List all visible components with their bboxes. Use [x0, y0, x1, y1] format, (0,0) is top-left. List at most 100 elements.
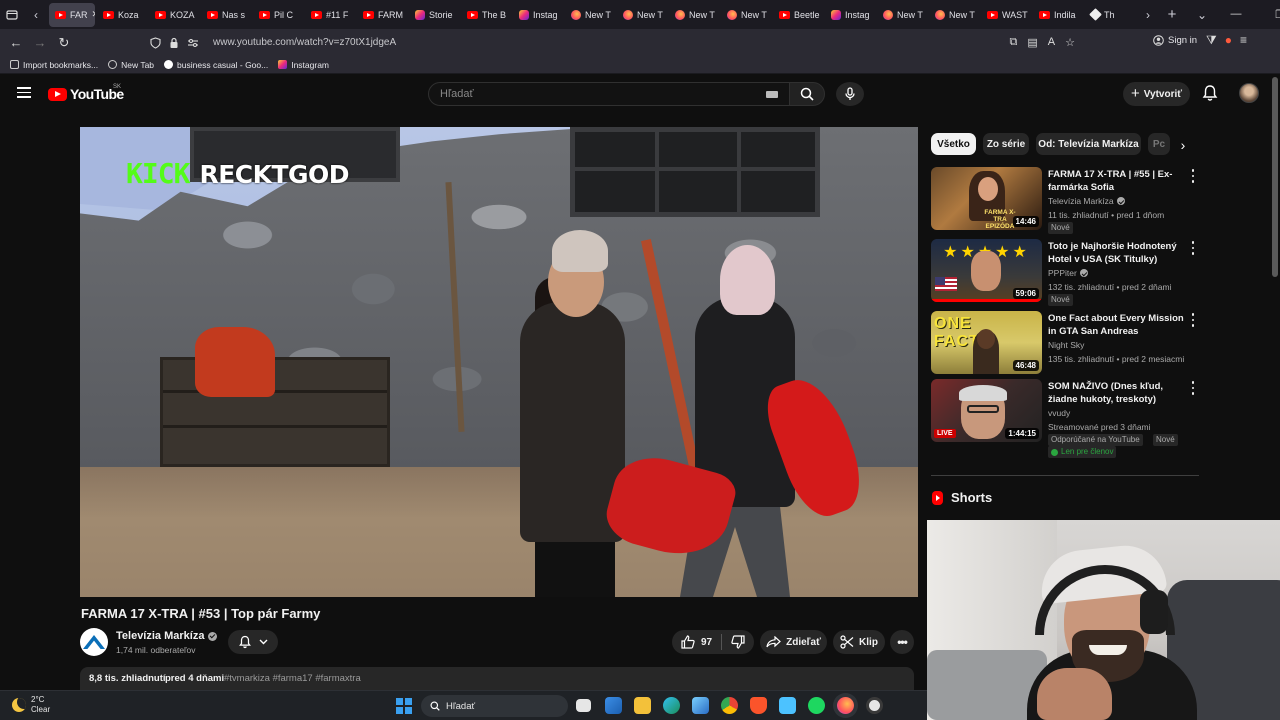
browser-tab[interactable]: New T: [669, 3, 719, 27]
translate-icon[interactable]: A: [1048, 36, 1055, 49]
spotify-icon[interactable]: [808, 697, 825, 714]
browser-tab[interactable]: Instag: [513, 3, 563, 27]
picture-in-picture-icon[interactable]: ⧉: [1010, 36, 1018, 49]
browser-tab[interactable]: Koza: [97, 3, 147, 27]
recommendation-item[interactable]: ONE FACT 46:48 One Fact about Every Miss…: [931, 311, 1201, 375]
youtube-logo[interactable]: YouTube SK: [48, 84, 124, 102]
bookmark-instagram[interactable]: Instagram: [278, 60, 329, 70]
maximize-icon[interactable]: ❐: [1258, 8, 1280, 21]
tabs-scroll-left-icon[interactable]: ‹: [24, 3, 48, 27]
chip-more[interactable]: Pc: [1148, 133, 1170, 155]
menu-icon[interactable]: ≡: [1240, 33, 1247, 48]
obs-icon[interactable]: [866, 697, 883, 714]
browser-tab[interactable]: FAR ✕: [49, 2, 95, 27]
bookmark-star-icon[interactable]: ☆: [1065, 36, 1075, 49]
browser-tab[interactable]: New T: [929, 3, 979, 27]
windows-start-icon[interactable]: [396, 698, 412, 714]
page-scrollbar[interactable]: [1272, 77, 1278, 277]
store-icon[interactable]: [605, 697, 622, 714]
browser-tab[interactable]: New T: [565, 3, 615, 27]
back-icon[interactable]: ←: [4, 31, 28, 55]
browser-tab[interactable]: New T: [721, 3, 771, 27]
browser-tab[interactable]: Th: [1085, 3, 1135, 27]
page-permissions-icon[interactable]: [187, 38, 199, 48]
thumbs-down-icon[interactable]: [731, 635, 745, 649]
chips-next-icon[interactable]: ›: [1172, 134, 1194, 156]
browser-tab[interactable]: The B: [461, 3, 511, 27]
browser-tab[interactable]: Indila: [1033, 3, 1083, 27]
recommendation-item[interactable]: FARMA X-TRA EPIZÓDA 14:46 FARMA 17 X-TRA…: [931, 167, 1201, 234]
tabs-scroll-right-icon[interactable]: ›: [1136, 3, 1160, 27]
recommendation-channel[interactable]: Night Sky: [1048, 340, 1084, 350]
guide-menu-icon[interactable]: [17, 87, 31, 98]
recommendation-channel[interactable]: Televízia Markíza: [1048, 196, 1125, 206]
user-avatar[interactable]: [1239, 83, 1259, 103]
hashtags[interactable]: #tvmarkiza #farma17 #farmaxtra: [224, 673, 361, 684]
recommendation-channel[interactable]: PPPiter: [1048, 268, 1088, 278]
edge-icon[interactable]: [663, 697, 680, 714]
more-vert-icon[interactable]: [1189, 313, 1197, 327]
reload-icon[interactable]: ↻: [52, 31, 76, 55]
tab-overview-icon[interactable]: [0, 3, 24, 27]
browser-tab[interactable]: WAST: [981, 3, 1031, 27]
chip-all[interactable]: Všetko: [931, 133, 976, 155]
photos-icon[interactable]: [692, 697, 709, 714]
clip-button[interactable]: Klip: [833, 630, 885, 654]
video-thumbnail[interactable]: ONE FACT 46:48: [931, 311, 1042, 374]
tab-list-chevron-icon[interactable]: ⌄: [1190, 3, 1214, 27]
recommendation-title[interactable]: FARMA 17 X-TRA | #55 | Ex-farmárka Sofia: [1048, 168, 1188, 194]
bookmark-import[interactable]: Import bookmarks...: [10, 60, 98, 70]
browser-tab[interactable]: #11 F: [305, 3, 355, 27]
task-view-icon[interactable]: [576, 699, 591, 712]
chip-from-channel[interactable]: Od: Televízia Markíza: [1036, 133, 1141, 155]
chip-from-series[interactable]: Zo série: [983, 133, 1029, 155]
chrome-icon[interactable]: [721, 697, 738, 714]
browser-tab[interactable]: New T: [617, 3, 667, 27]
more-actions-button[interactable]: •••: [890, 630, 914, 654]
notifications-bell-icon[interactable]: [1201, 84, 1219, 102]
create-button[interactable]: + Vytvoriť: [1123, 82, 1190, 106]
notification-subscription-button[interactable]: [228, 630, 278, 654]
new-tab-icon[interactable]: +: [1160, 3, 1184, 27]
firefox-account-icon[interactable]: ●: [1225, 33, 1232, 48]
browser-tab[interactable]: KOZA: [149, 3, 199, 27]
weather-widget[interactable]: 2°C Clear: [12, 695, 50, 715]
bookmark-new-tab[interactable]: New Tab: [108, 60, 154, 70]
bookmark-business-casual[interactable]: business casual - Goo...: [164, 60, 268, 70]
browser-tab[interactable]: Pil C: [253, 3, 303, 27]
extensions-icon[interactable]: ⧩: [1206, 33, 1217, 48]
browser-tab[interactable]: Beetle: [773, 3, 823, 27]
video-thumbnail[interactable]: LIVE 1:44:15: [931, 379, 1042, 442]
browser-tab[interactable]: FARM: [357, 3, 407, 27]
firefox-icon[interactable]: [837, 697, 854, 714]
recommendation-channel[interactable]: vvudy: [1048, 408, 1070, 418]
recommendation-item[interactable]: LIVE 1:44:15 SOM NAŽIVO (Dnes kľud, žiad…: [931, 379, 1201, 461]
sign-in-button[interactable]: Sign in: [1153, 35, 1197, 46]
description-box[interactable]: 8,8 tis. zhliadnutí pred 4 dňami #tvmark…: [80, 667, 914, 690]
more-vert-icon[interactable]: [1189, 241, 1197, 255]
video-player[interactable]: KICK RECKTGOD: [80, 127, 918, 597]
close-tab-icon[interactable]: ✕: [92, 9, 95, 20]
keyboard-icon[interactable]: [766, 91, 778, 98]
share-button[interactable]: Zdieľať: [760, 630, 827, 654]
brave-icon[interactable]: [750, 697, 767, 714]
file-explorer-icon[interactable]: [634, 697, 651, 714]
channel-name-link[interactable]: Televízia Markíza: [116, 630, 218, 642]
recommendation-title[interactable]: SOM NAŽIVO (Dnes kľud, žiadne hukoty, tr…: [1048, 380, 1188, 406]
more-vert-icon[interactable]: [1189, 381, 1197, 395]
search-input[interactable]: Hľadať: [428, 82, 790, 106]
url-text[interactable]: www.youtube.com/watch?v=z70tX1jdgeA: [213, 37, 396, 48]
forward-icon[interactable]: →: [28, 31, 52, 55]
voice-search-button[interactable]: [836, 82, 864, 106]
url-bar[interactable]: www.youtube.com/watch?v=z70tX1jdgeA ⧉ ▤ …: [150, 32, 1075, 53]
reader-view-icon[interactable]: ▤: [1027, 36, 1037, 49]
search-button[interactable]: [789, 82, 825, 106]
video-thumbnail[interactable]: ★★★★★ 59:06: [931, 239, 1042, 302]
browser-tab[interactable]: Storie: [409, 3, 459, 27]
recommendation-title[interactable]: Toto je Najhoršie Hodnotený Hotel v USA …: [1048, 240, 1188, 266]
channel-avatar[interactable]: [80, 628, 108, 656]
video-thumbnail[interactable]: FARMA X-TRA EPIZÓDA 14:46: [931, 167, 1042, 230]
browser-tab[interactable]: New T: [877, 3, 927, 27]
minimize-icon[interactable]: —: [1214, 8, 1258, 21]
browser-tab[interactable]: Instag: [825, 3, 875, 27]
